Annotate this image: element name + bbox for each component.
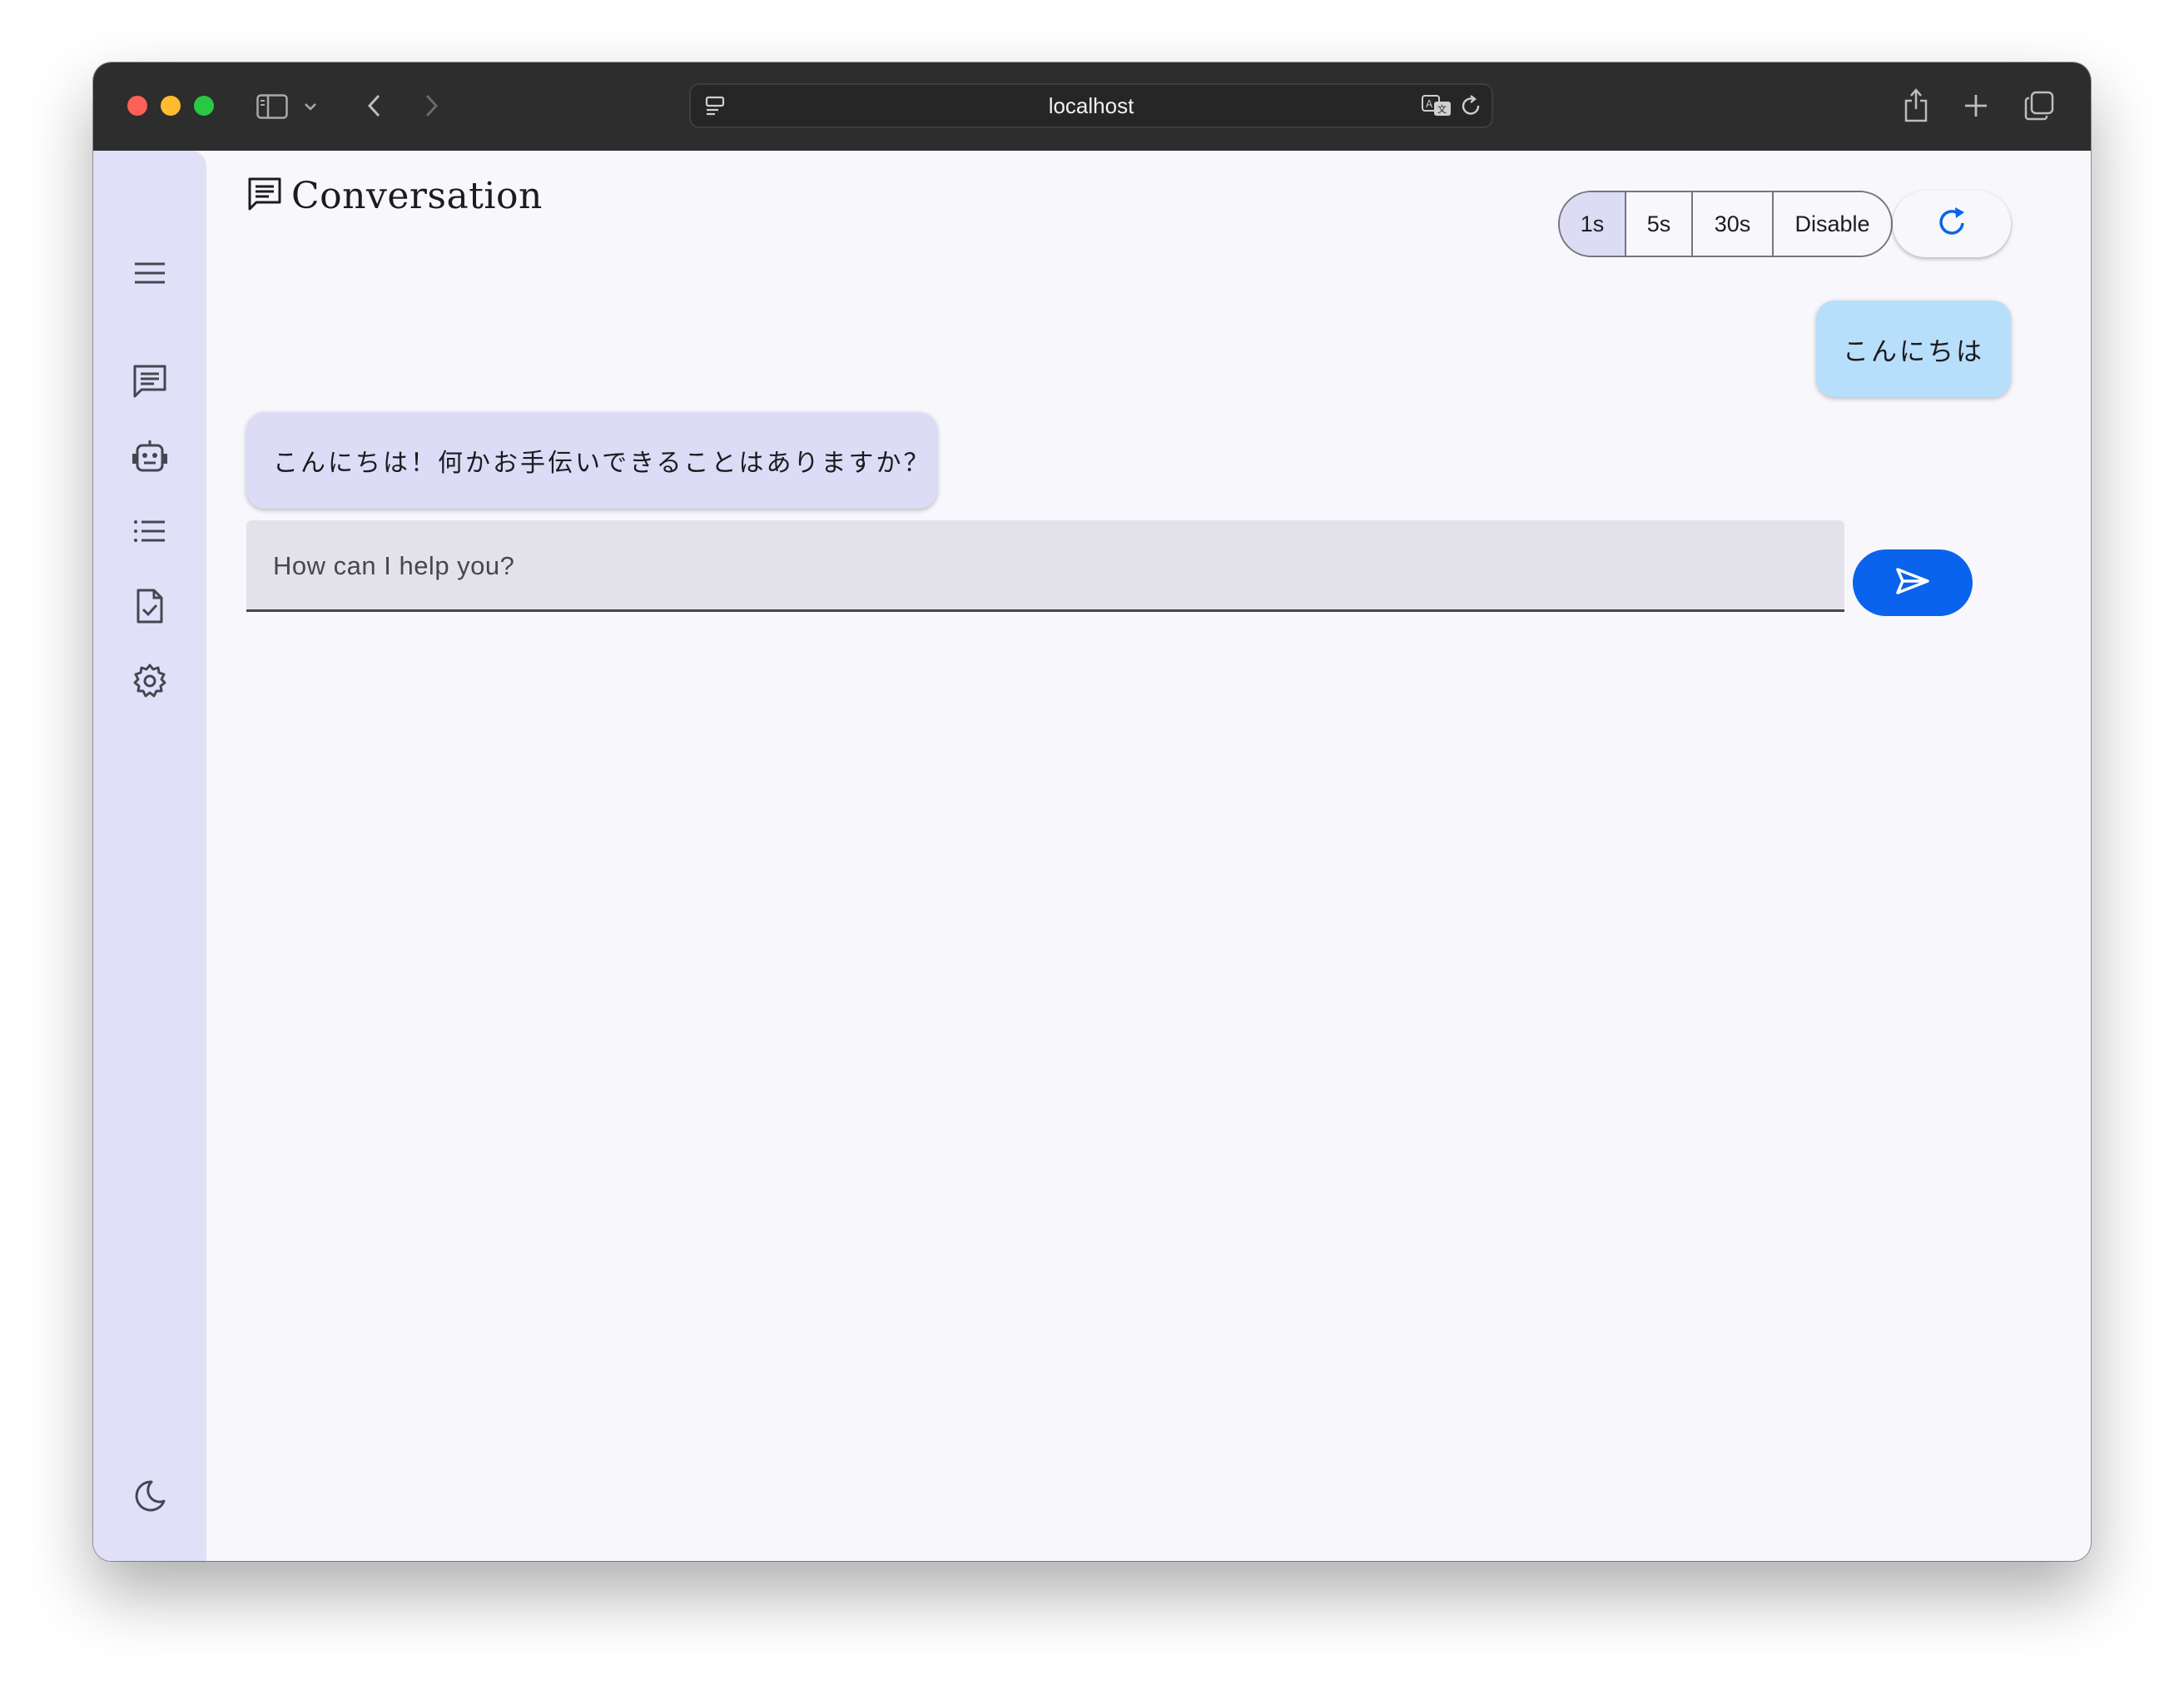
dark-mode-icon[interactable] [127,1473,173,1519]
refresh-button[interactable] [1893,191,2011,257]
message-input-field[interactable] [246,520,1844,612]
chat-icon[interactable] [127,358,173,405]
tab-overview-icon[interactable] [2023,89,2056,122]
browser-toolbar: localhost A文 [93,62,2091,151]
browser-window: localhost A文 Conversation 1s 5s 30s Disa… [93,62,2091,1561]
close-window-button[interactable] [127,96,147,116]
interval-option-disable[interactable]: Disable [1774,192,1891,256]
minimize-window-button[interactable] [161,96,181,116]
send-button[interactable] [1853,549,1973,616]
translate-icon[interactable]: A文 [1420,93,1453,118]
address-text: localhost [1048,93,1134,118]
user-message: こんにちは [1816,301,2011,397]
interval-option-1s[interactable]: 1s [1560,192,1626,256]
back-icon[interactable] [361,91,386,121]
interval-option-5s[interactable]: 5s [1626,192,1693,256]
assistant-message: こんにちは！何かお手伝いできることはありますか？ [246,412,937,509]
refresh-interval-selector: 1s 5s 30s Disable [1558,191,1893,257]
address-bar[interactable]: localhost A文 [689,83,1493,128]
message-input[interactable] [271,520,1823,611]
page-header: Conversation [246,162,543,229]
svg-text:文: 文 [1437,103,1447,115]
send-icon [1895,567,1930,599]
forward-icon[interactable] [419,91,444,121]
sidebar-toggle-icon[interactable] [254,90,290,123]
chat-icon [246,176,283,216]
menu-icon[interactable] [127,250,173,296]
zoom-window-button[interactable] [194,96,214,116]
svg-text:A: A [1426,98,1433,110]
document-check-icon[interactable] [127,583,173,629]
reload-icon[interactable] [1458,93,1485,120]
share-icon[interactable] [1901,86,1931,124]
chevron-down-icon[interactable] [301,96,320,117]
refresh-icon [1935,206,1968,242]
page-title: Conversation [291,174,543,217]
list-icon[interactable] [127,508,173,554]
new-tab-icon[interactable] [1961,91,1991,121]
navigation-rail [93,151,206,1561]
interval-option-30s[interactable]: 30s [1693,192,1774,256]
settings-icon[interactable] [127,658,173,704]
robot-icon[interactable] [127,433,173,480]
